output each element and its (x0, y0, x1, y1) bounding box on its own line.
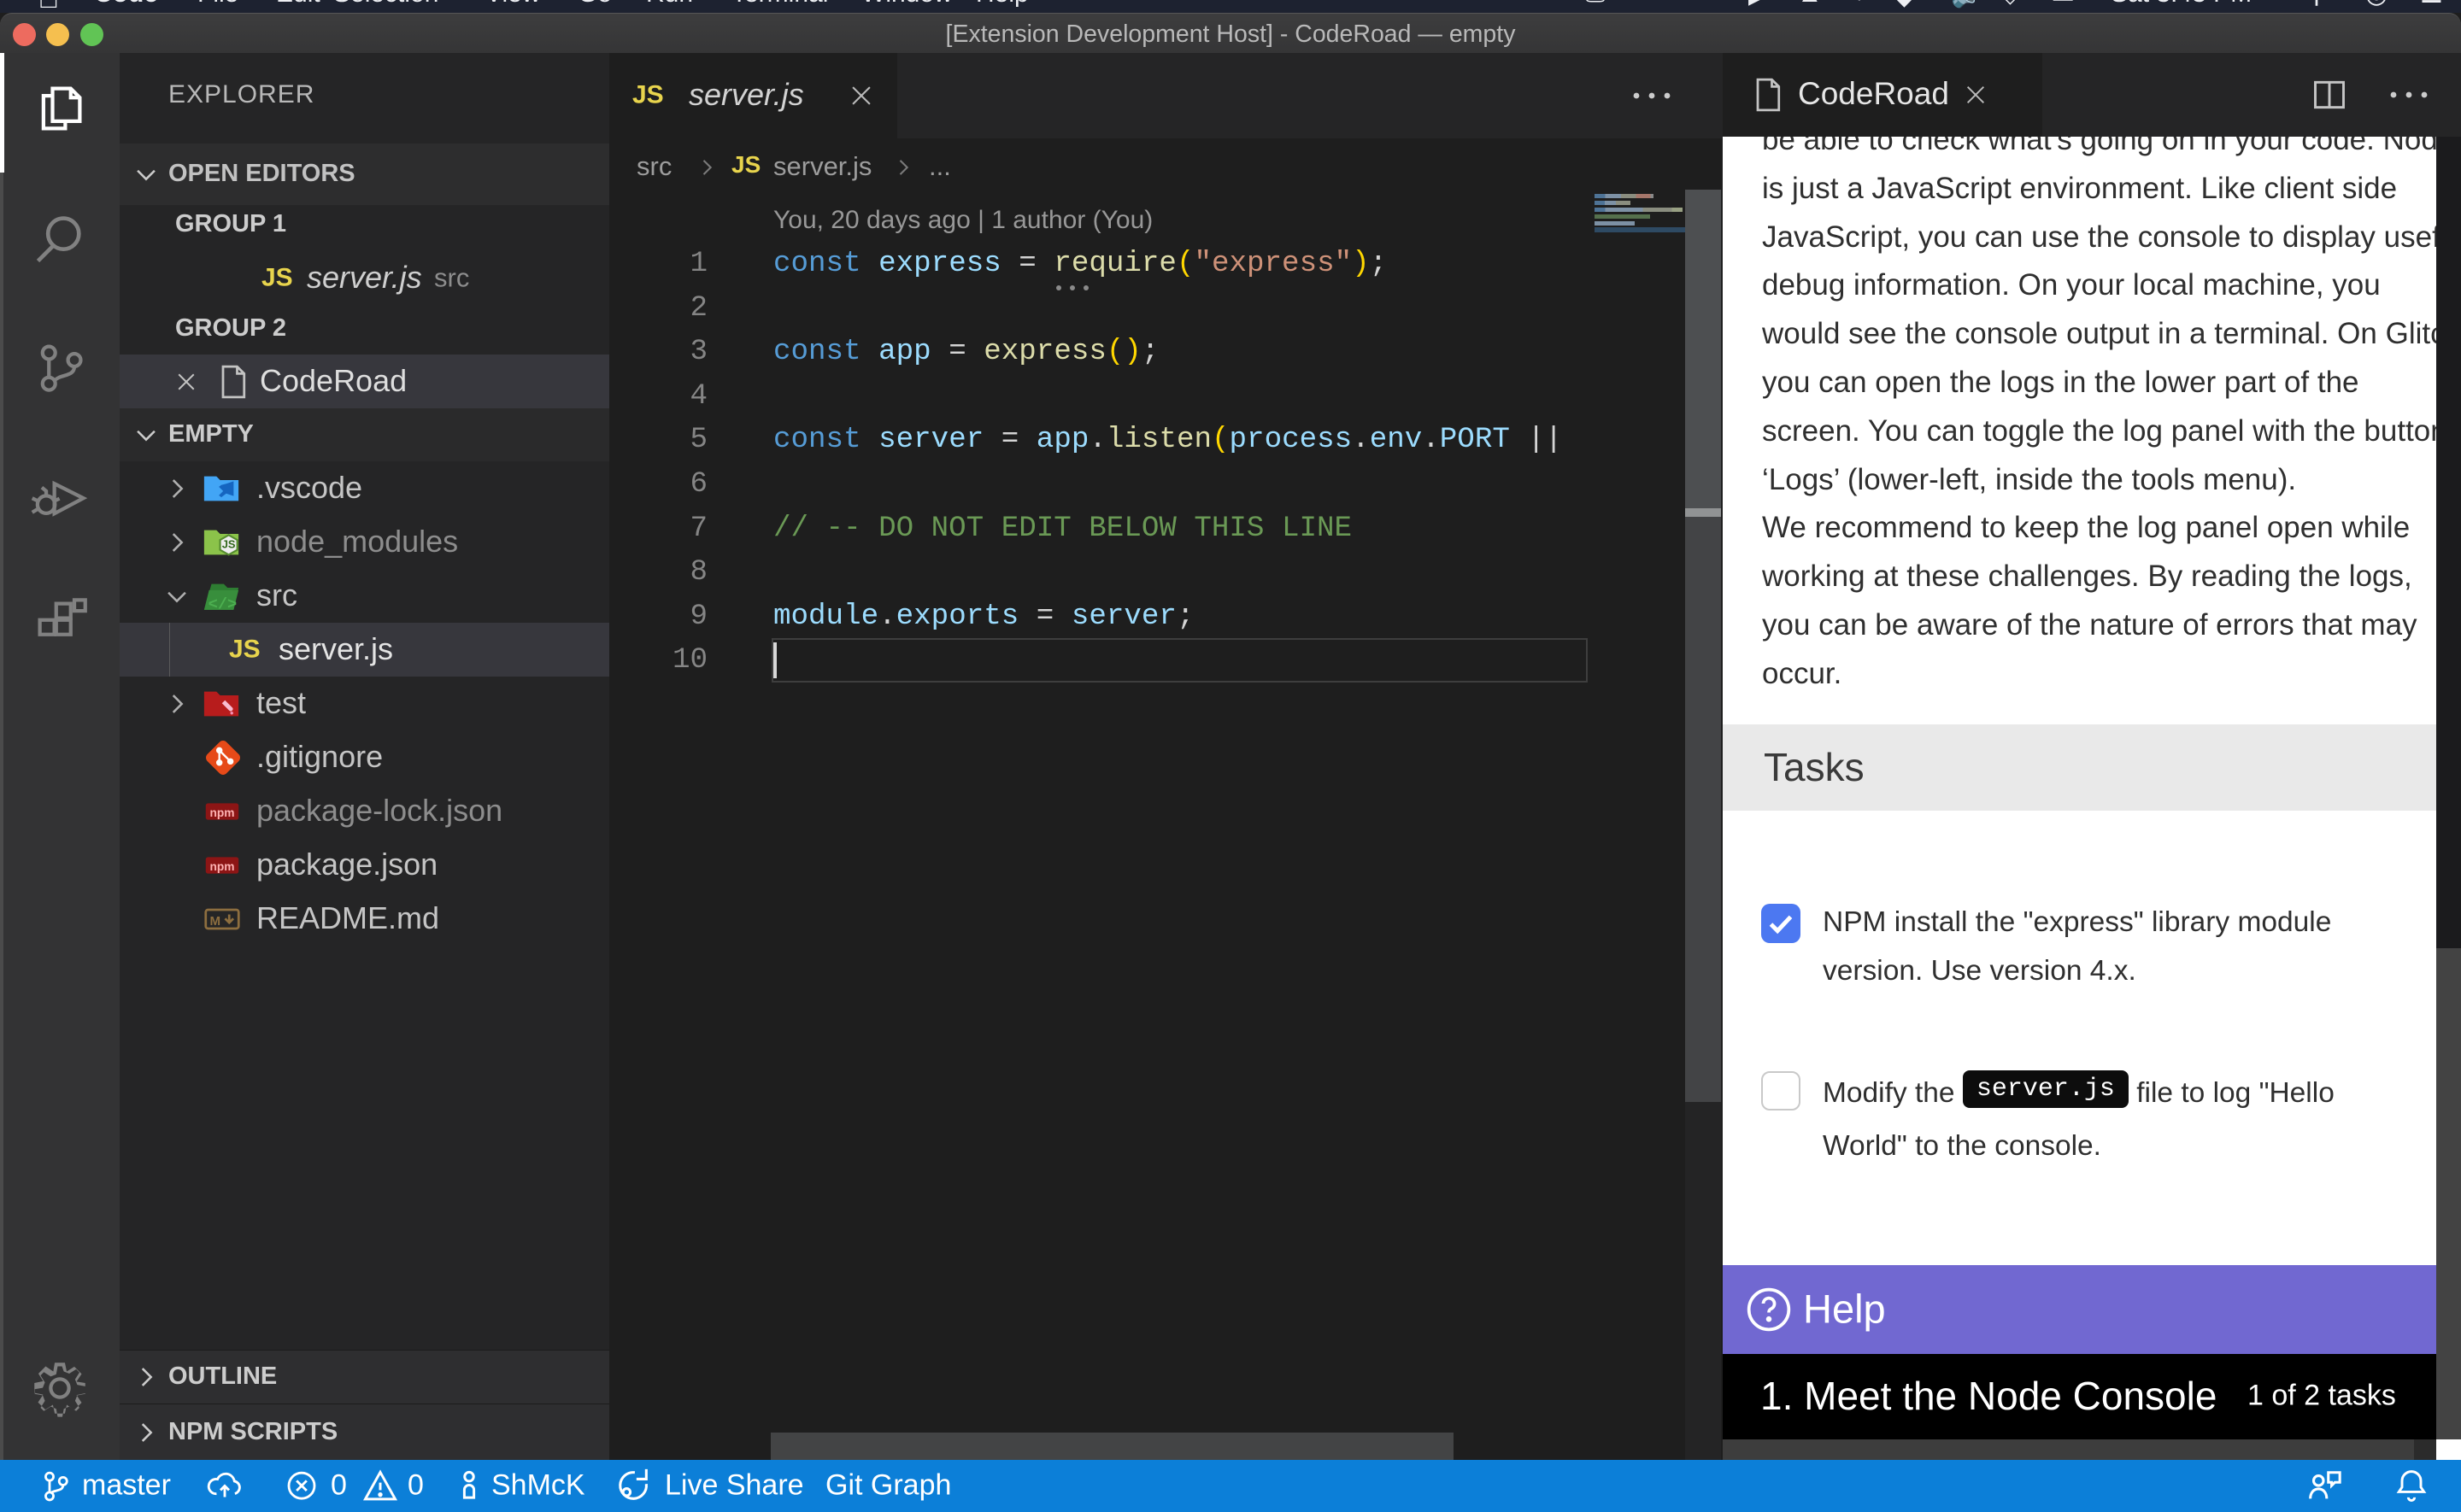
svg-text:npm: npm (209, 806, 234, 819)
svg-text:npm: npm (209, 860, 234, 873)
svg-text:JS: JS (222, 537, 236, 550)
svg-text:</>: </> (209, 595, 238, 613)
svg-text:M: M (209, 913, 220, 928)
